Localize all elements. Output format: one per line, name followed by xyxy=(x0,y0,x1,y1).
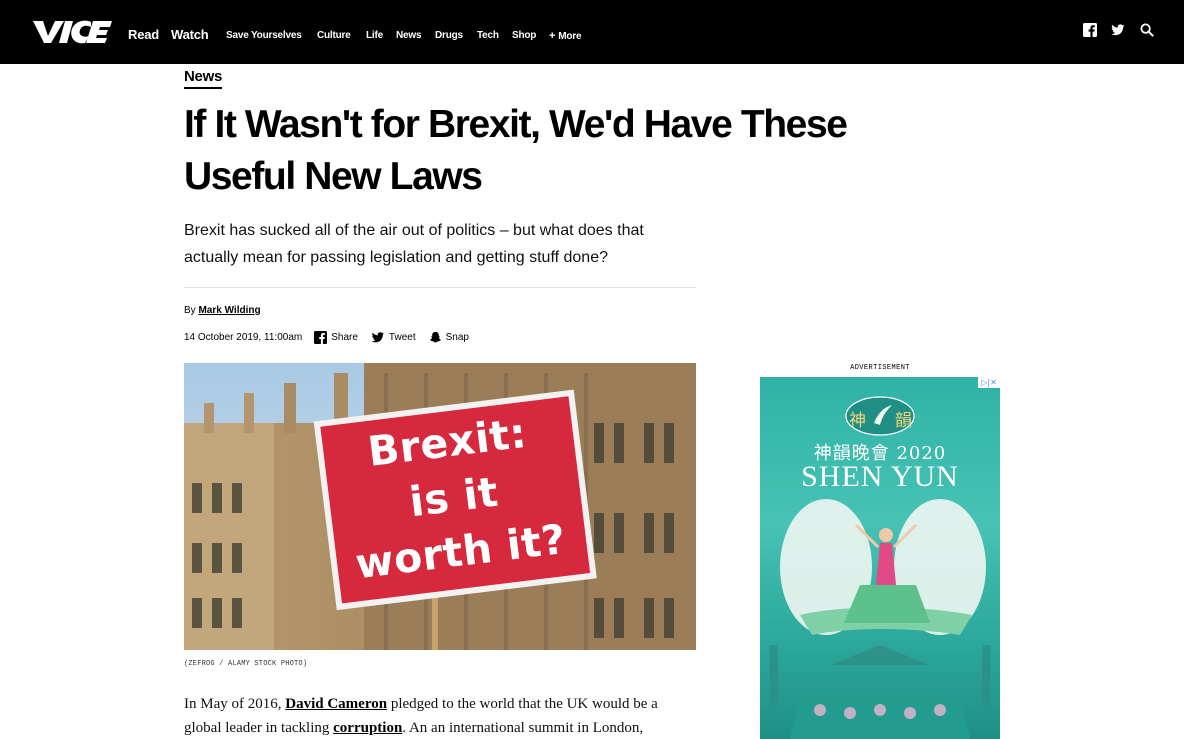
nav-tech[interactable]: Tech xyxy=(477,30,499,41)
nav-culture[interactable]: Culture xyxy=(317,30,351,41)
headline-line-2: Useful New Laws xyxy=(184,155,483,198)
section-link-news[interactable]: News xyxy=(184,68,222,89)
share-snapchat-button[interactable]: Snap xyxy=(429,331,469,344)
badge-char-right: 韻 xyxy=(895,411,912,431)
article-headline: If It Wasn't for Brexit, We'd Have These… xyxy=(184,99,924,203)
body-text-4: . An an international summit in London, xyxy=(402,720,644,736)
byline: By Mark Wilding xyxy=(184,305,261,316)
plus-icon: + xyxy=(549,30,556,42)
link-corruption[interactable]: corruption xyxy=(333,720,402,736)
snap-label: Snap xyxy=(445,332,469,343)
tweet-label: Tweet xyxy=(388,332,416,343)
hero-sign-text: Brexit: is it worth it? xyxy=(325,401,583,594)
twitter-icon xyxy=(371,332,384,343)
ad-choices-close-icon[interactable]: ▷|✕ xyxy=(978,377,1000,388)
link-david-cameron[interactable]: David Cameron xyxy=(285,696,387,712)
nav-news[interactable]: News xyxy=(396,30,422,41)
nav-drugs[interactable]: Drugs xyxy=(435,30,463,41)
snapchat-icon xyxy=(429,331,441,343)
ad-title-english: SHEN YUN xyxy=(801,460,959,493)
shen-yun-ad[interactable]: ▷|✕ 神 韻 神韻晚會 2020 SHEN YUN xyxy=(760,377,1000,739)
divider xyxy=(184,287,696,288)
image-caption: (ZEFROG / ALAMY STOCK PHOTO) xyxy=(184,660,308,668)
article-body: In May of 2016, David Cameron pledged to… xyxy=(184,692,699,739)
body-text-3: global leader in tackling xyxy=(184,720,334,736)
nav-more-button[interactable]: + More xyxy=(549,30,582,42)
publish-date: 14 October 2019, 11:00am xyxy=(184,332,303,343)
nav-watch[interactable]: Watch xyxy=(171,27,209,42)
nav-shop[interactable]: Shop xyxy=(512,30,536,41)
share-twitter-button[interactable]: Tweet xyxy=(371,331,416,344)
author-link[interactable]: Mark Wilding xyxy=(198,305,260,316)
headline-line-1: If It Wasn't for Brexit, We'd Have These xyxy=(184,103,848,146)
nav-more-label: More xyxy=(558,31,582,42)
hero-image: Brexit: is it worth it? xyxy=(184,363,696,650)
search-icon[interactable] xyxy=(1140,23,1154,37)
article-dek: Brexit has sucked all of the air out of … xyxy=(184,217,696,271)
share-label: Share xyxy=(331,332,358,343)
vice-logo[interactable] xyxy=(31,19,113,45)
nav-save-yourselves[interactable]: Save Yourselves xyxy=(226,30,302,41)
facebook-icon xyxy=(314,331,328,344)
dek-line-1: Brexit has sucked all of the air out of … xyxy=(184,222,644,239)
share-facebook-button[interactable]: Share xyxy=(314,331,358,344)
nav-life[interactable]: Life xyxy=(366,30,383,41)
article-meta: 14 October 2019, 11:00am Share Tweet Sna… xyxy=(184,331,482,344)
byline-prefix: By xyxy=(184,305,196,316)
advertisement-label: ADVERTISEMENT xyxy=(850,364,910,372)
body-text-2: pledged to the world that the UK would b… xyxy=(387,696,658,712)
body-text-1: In May of 2016, xyxy=(184,696,286,712)
top-navigation-bar: Read Watch Save Yourselves Culture Life … xyxy=(0,0,1184,64)
dek-line-2: actually mean for passing legislation an… xyxy=(184,249,608,266)
twitter-icon[interactable] xyxy=(1111,23,1125,37)
facebook-icon[interactable] xyxy=(1083,23,1097,37)
dancer-illustration xyxy=(770,499,990,739)
badge-char-left: 神 xyxy=(849,411,866,431)
nav-read[interactable]: Read xyxy=(128,27,159,42)
